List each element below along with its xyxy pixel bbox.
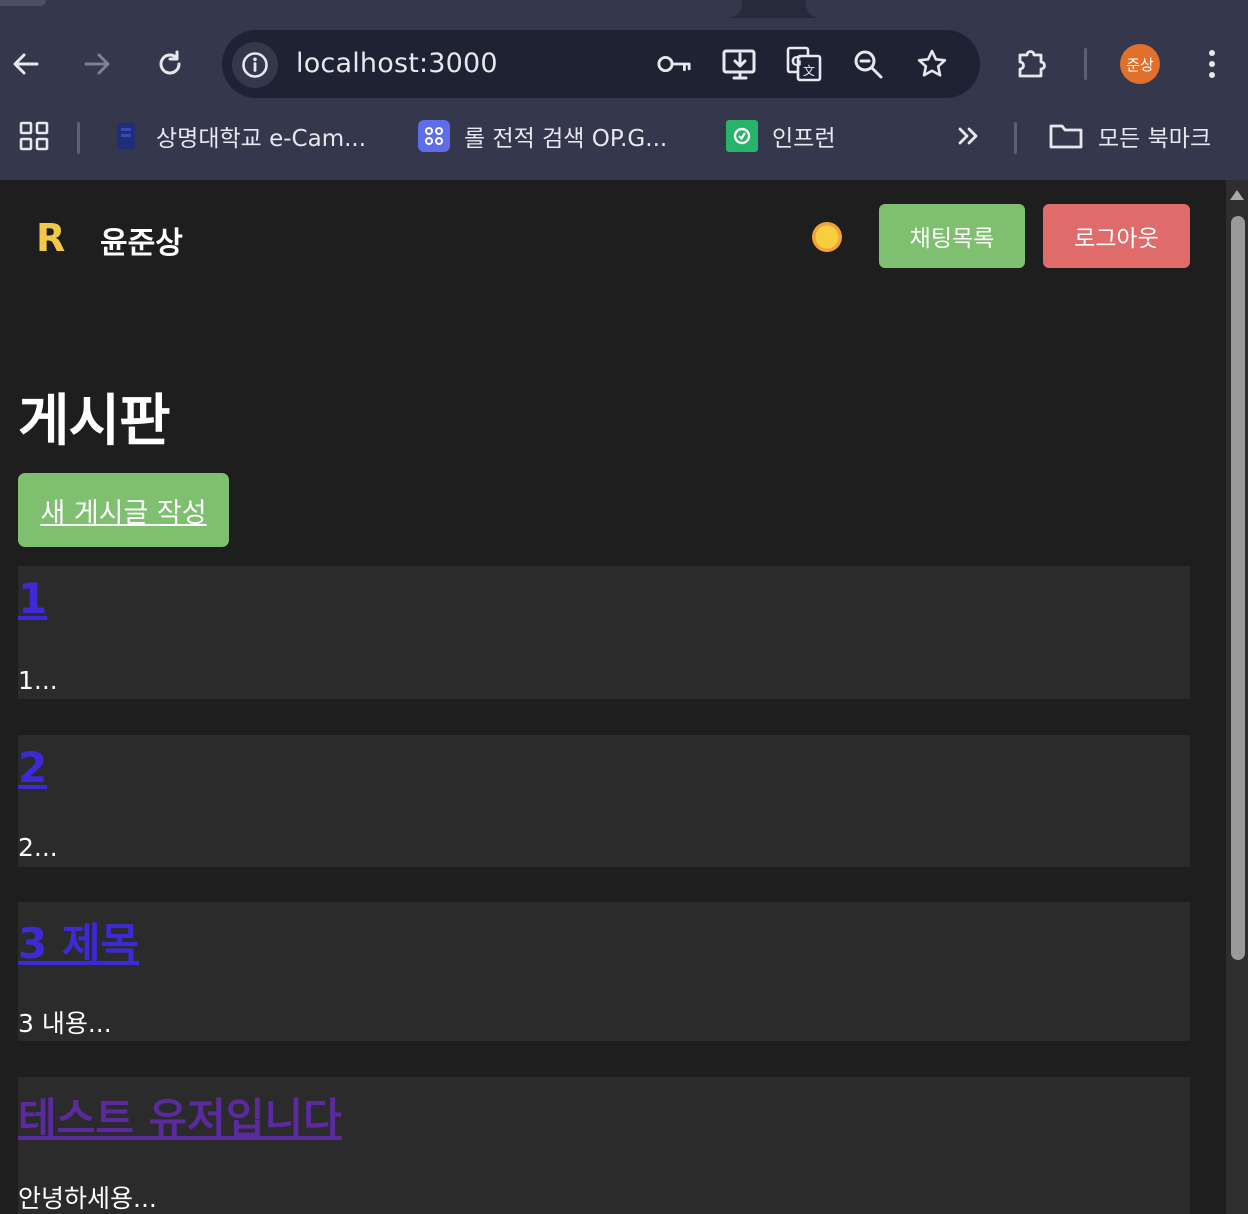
bookmark-ecampus[interactable]: 상명대학교 e-Cam... <box>110 114 366 158</box>
zoom-button[interactable] <box>850 46 886 82</box>
star-icon <box>917 49 947 77</box>
key-icon <box>657 55 691 73</box>
post-card: 2 2... <box>18 735 1190 867</box>
bookmark-label: 롤 전적 검색 OP.G... <box>464 126 668 152</box>
profile-avatar[interactable]: 준상 <box>1120 44 1160 84</box>
arrow-right-icon <box>84 53 110 75</box>
translate-icon: G文 <box>786 46 822 82</box>
post-title-link[interactable]: 3 제목 <box>18 910 139 971</box>
zoom-out-icon <box>854 50 883 79</box>
scrollbar-thumb[interactable] <box>1231 216 1245 960</box>
opgg-favicon-icon <box>418 120 450 152</box>
forward-button[interactable] <box>73 40 121 88</box>
info-icon <box>242 52 268 78</box>
post-excerpt: 2... <box>18 833 58 862</box>
tab-strip <box>0 0 1248 18</box>
post-excerpt: 1... <box>18 666 58 695</box>
browser-menu-button[interactable] <box>1188 40 1236 88</box>
extensions-button[interactable] <box>1009 40 1057 88</box>
web-page: R 윤준상 채팅목록 로그아웃 게시판 새 게시글 작성 1 1... 2 2.… <box>0 180 1226 1214</box>
post-card: 3 제목 3 내용... <box>18 902 1190 1041</box>
install-icon <box>722 49 756 80</box>
all-bookmarks-button[interactable]: 모든 북마크 <box>1048 114 1211 158</box>
more-bookmarks-button[interactable] <box>954 114 984 158</box>
bookmark-label: 상명대학교 e-Cam... <box>156 126 367 152</box>
post-title-link[interactable]: 테스트 유저입니다 <box>18 1085 342 1146</box>
password-key-button[interactable] <box>656 46 692 82</box>
inactive-tab[interactable] <box>806 0 1248 18</box>
apps-button[interactable] <box>18 114 50 158</box>
new-post-button[interactable]: 새 게시글 작성 <box>18 473 229 547</box>
username: 윤준상 <box>100 226 183 261</box>
post-excerpt: 안녕하세용... <box>18 1184 157 1213</box>
theme-toggle-sun-icon[interactable] <box>810 220 844 254</box>
bookmark-opgg[interactable]: 롤 전적 검색 OP.G... <box>418 114 667 158</box>
bookmarks-divider <box>1014 122 1017 154</box>
page-scrollbar[interactable] <box>1226 180 1248 1214</box>
reload-button[interactable] <box>146 40 194 88</box>
kebab-menu-icon <box>1209 50 1215 78</box>
all-bookmarks-label: 모든 북마크 <box>1098 126 1212 152</box>
arrow-left-icon <box>13 53 39 75</box>
bookmark-star-button[interactable] <box>914 46 950 82</box>
post-excerpt: 3 내용... <box>18 1009 112 1038</box>
translate-button[interactable]: G文 <box>786 46 822 82</box>
toolbar-divider <box>1084 48 1087 80</box>
site-info-button[interactable] <box>232 42 278 88</box>
inflearn-favicon-icon <box>726 120 758 152</box>
page-title: 게시판 <box>18 389 171 454</box>
puzzle-icon <box>1018 50 1046 78</box>
folder-icon <box>1049 124 1083 149</box>
address-bar[interactable]: localhost:3000 G文 <box>222 30 980 98</box>
post-title-link[interactable]: 1 <box>18 574 47 623</box>
browser-chrome: localhost:3000 G文 준상 상명대학교 e-Cam... 롤 전적… <box>0 0 1248 180</box>
back-button[interactable] <box>2 40 50 88</box>
install-app-button[interactable] <box>722 46 758 82</box>
apps-grid-icon <box>19 121 49 151</box>
post-card: 1 1... <box>18 566 1190 699</box>
scroll-up-arrow-icon[interactable] <box>1230 190 1244 200</box>
active-tab[interactable] <box>0 0 742 18</box>
logout-button[interactable]: 로그아웃 <box>1043 204 1190 268</box>
reload-icon <box>159 50 181 75</box>
svg-text:文: 文 <box>803 63 815 78</box>
university-favicon-icon <box>110 120 142 152</box>
post-card: 테스트 유저입니다 안녕하세용... <box>18 1077 1190 1214</box>
svg-text:G: G <box>791 55 802 70</box>
bookmark-inflearn[interactable]: 인프런 <box>726 114 835 158</box>
chevron-double-right-icon <box>958 127 978 145</box>
site-logo[interactable]: R <box>36 216 65 260</box>
bookmark-label: 인프런 <box>772 126 836 152</box>
bookmarks-divider <box>77 122 80 154</box>
chat-list-button[interactable]: 채팅목록 <box>879 204 1025 268</box>
post-title-link[interactable]: 2 <box>18 743 47 792</box>
url-text[interactable]: localhost:3000 <box>296 48 498 79</box>
tab-edge <box>0 0 46 6</box>
